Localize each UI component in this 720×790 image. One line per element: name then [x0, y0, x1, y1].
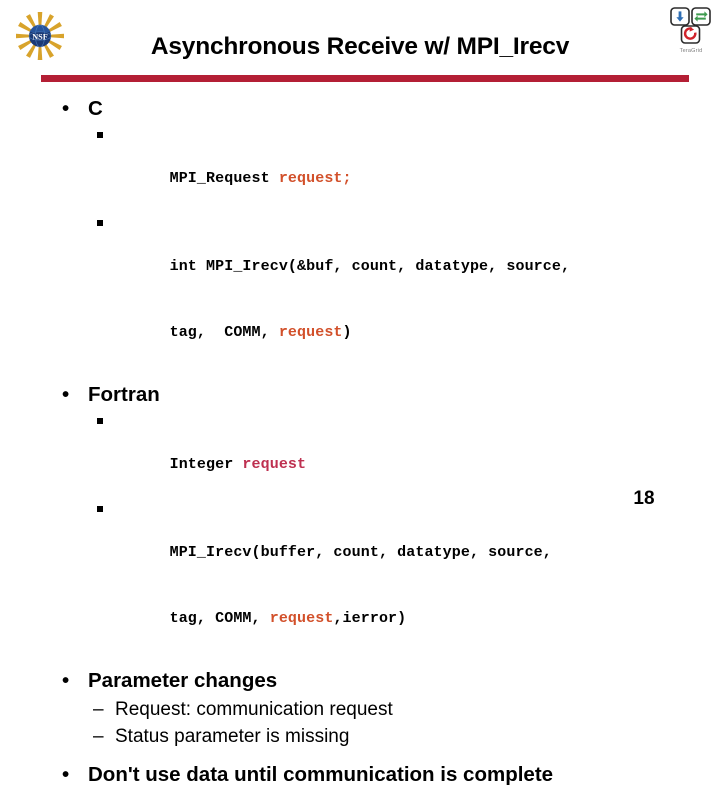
slide-canvas: NSF TeraGrid Asynchronous Receive w/ MPI… — [0, 0, 720, 786]
page-number: 18 — [633, 488, 655, 509]
square-bullet-icon — [97, 506, 103, 512]
code-text: MPI_Request — [169, 170, 279, 187]
bullet-fortran: • Fortran — [0, 382, 720, 408]
slide-header: NSF TeraGrid Asynchronous Receive w/ MPI… — [0, 0, 720, 88]
bullet-marker-icon: • — [62, 763, 70, 786]
code-line-c-2: int MPI_Irecv(&buf, count, datatype, sou… — [0, 212, 720, 300]
code-line-c-1: MPI_Request request; — [0, 124, 720, 212]
teragrid-logo-caption: TeraGrid — [679, 48, 703, 54]
code-text: Integer — [169, 456, 243, 473]
code-line-f-2: MPI_Irecv(buffer, count, datatype, sourc… — [0, 498, 720, 586]
dash-marker-icon: – — [93, 726, 104, 747]
nsf-logo: NSF — [15, 11, 65, 61]
code-text: int MPI_Irecv(&buf, count, datatype, sou… — [169, 258, 571, 275]
bullet-parameter-changes: • Parameter changes — [0, 668, 720, 694]
bullet-dont-use-data: • Don't use data until communication is … — [0, 762, 720, 788]
code-highlight: request — [242, 456, 307, 473]
page-title: Asynchronous Receive w/ MPI_Irecv — [150, 33, 570, 60]
square-bullet-icon — [97, 418, 103, 424]
code-line-c-3: tag, COMM, request) — [0, 300, 720, 366]
bullet-parameter-changes-label: Parameter changes — [88, 669, 278, 692]
title-divider — [41, 75, 689, 82]
code-text: ) — [342, 324, 352, 341]
code-line-f-3: tag, COMM, request,ierror) — [0, 586, 720, 652]
code-highlight: request — [269, 610, 334, 627]
code-highlight: request; — [278, 170, 352, 187]
square-bullet-icon — [97, 132, 103, 138]
nsf-logo-text: NSF — [32, 32, 47, 41]
code-text: tag, COMM, — [169, 324, 279, 341]
code-text: tag, COMM, — [169, 610, 270, 627]
sub-bullet-request: – Request: communication request — [0, 696, 720, 723]
sub-bullet-label: Request: communication request — [115, 699, 393, 720]
bullet-fortran-label: Fortran — [88, 383, 160, 406]
bullet-dont-use-data-label: Don't use data until communication is co… — [88, 763, 554, 786]
code-text: ,ierror) — [333, 610, 407, 627]
sub-bullet-label: Status parameter is missing — [115, 726, 350, 747]
slide-body: • C MPI_Request request; int MPI_Irecv(&… — [0, 96, 720, 790]
bullet-marker-icon: • — [62, 669, 70, 692]
code-line-f-1: Integer request — [0, 410, 720, 498]
bullet-marker-icon: • — [62, 97, 70, 120]
bullet-marker-icon: • — [62, 383, 70, 406]
dash-marker-icon: – — [93, 699, 104, 720]
bullet-c: • C — [0, 96, 720, 122]
square-bullet-icon — [97, 220, 103, 226]
bullet-c-label: C — [88, 97, 103, 120]
sub-bullet-status: – Status parameter is missing — [0, 723, 720, 750]
code-text: MPI_Irecv(buffer, count, datatype, sourc… — [169, 544, 552, 561]
code-highlight: request — [278, 324, 343, 341]
